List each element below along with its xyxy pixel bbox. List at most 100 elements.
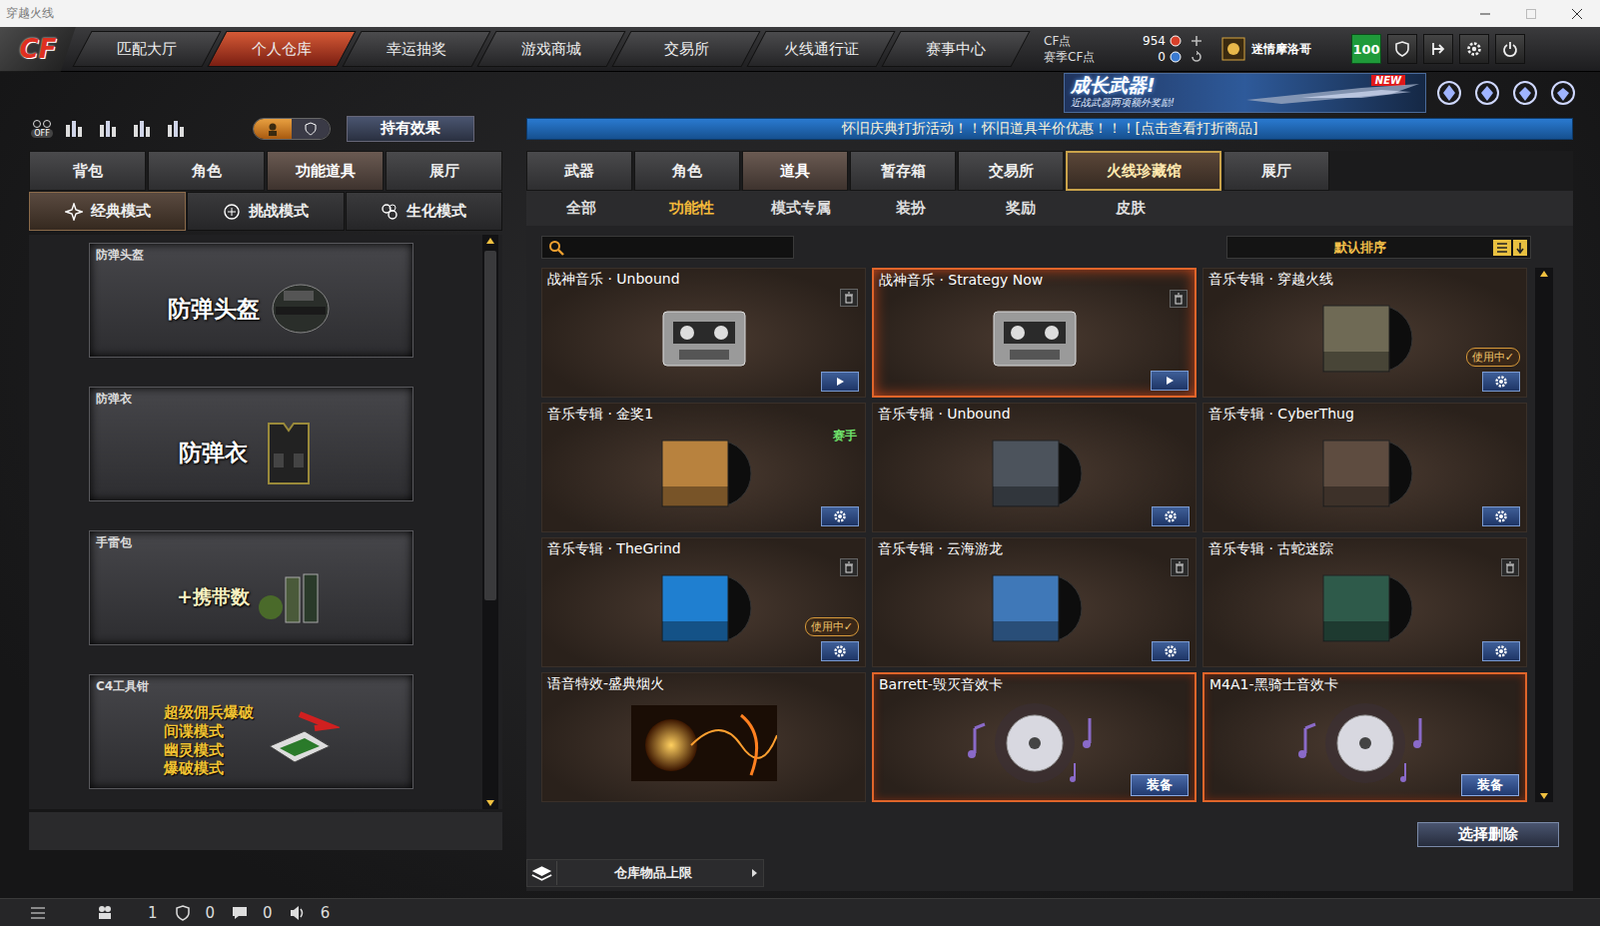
warehouse-tab[interactable]: 道具 bbox=[742, 150, 848, 191]
filter-tab[interactable]: 皮肤 bbox=[1075, 198, 1186, 218]
settings-button[interactable] bbox=[1459, 33, 1490, 64]
scroll-up-icon[interactable] bbox=[484, 234, 497, 247]
expand-icon[interactable] bbox=[749, 866, 760, 879]
nav-tab[interactable]: 幸运抽奖 bbox=[341, 30, 491, 67]
filter-tab[interactable]: 功能性 bbox=[636, 198, 747, 218]
play-button[interactable] bbox=[820, 371, 859, 392]
warehouse-tab[interactable]: 武器 bbox=[526, 150, 633, 191]
item-card[interactable]: 战神音乐 · Strategy Now bbox=[871, 267, 1197, 398]
settings-button[interactable] bbox=[1151, 506, 1190, 527]
search-field[interactable] bbox=[541, 235, 795, 259]
item-card[interactable]: M4A1-黑骑士音效卡装备 bbox=[1202, 672, 1528, 802]
left-tab[interactable]: 展厅 bbox=[385, 150, 503, 191]
search-input[interactable] bbox=[564, 238, 794, 256]
nav-tab[interactable]: 火线通行证 bbox=[746, 30, 895, 67]
equip-button[interactable]: 装备 bbox=[1130, 774, 1189, 797]
equipment-card[interactable]: 防弹衣防弹衣 bbox=[88, 386, 414, 502]
nav-tab[interactable]: 匹配大厅 bbox=[71, 30, 221, 67]
sort-dropdown[interactable]: 默认排序 bbox=[1226, 235, 1532, 259]
settings-button[interactable] bbox=[1482, 506, 1521, 527]
grab-icon[interactable] bbox=[162, 116, 189, 141]
warehouse-tab[interactable]: 火线珍藏馆 bbox=[1065, 150, 1222, 191]
item-card[interactable]: 音乐专辑 · 云海游龙 bbox=[871, 537, 1197, 668]
settings-button[interactable] bbox=[1482, 371, 1521, 392]
equip-button[interactable]: 装备 bbox=[1461, 774, 1520, 797]
item-card[interactable]: 音乐专辑 · 古蛇迷踪 bbox=[1202, 537, 1528, 668]
toggle-option[interactable] bbox=[291, 118, 330, 139]
filter-tab[interactable]: 奖励 bbox=[965, 198, 1076, 218]
scroll-thumb[interactable] bbox=[484, 250, 497, 601]
nav-tab[interactable]: 游戏商城 bbox=[476, 30, 626, 67]
warehouse-tab[interactable]: 交易所 bbox=[957, 150, 1064, 191]
delete-button[interactable] bbox=[1169, 289, 1188, 308]
mode-tab[interactable]: 挑战模式 bbox=[186, 191, 344, 231]
warehouse-tab[interactable]: 角色 bbox=[634, 150, 741, 191]
event-icon-2[interactable] bbox=[1472, 77, 1503, 108]
delete-button[interactable] bbox=[1170, 558, 1189, 577]
delete-button[interactable] bbox=[839, 288, 858, 307]
shield-button[interactable] bbox=[1387, 33, 1418, 64]
left-tab[interactable]: 角色 bbox=[147, 150, 265, 191]
effect-button[interactable]: 持有效果 bbox=[346, 115, 475, 142]
scroll-up-icon[interactable] bbox=[1538, 267, 1551, 280]
equipment-card[interactable]: 手雷包+携带数 bbox=[88, 530, 414, 646]
settings-button[interactable] bbox=[820, 641, 859, 662]
equipment-card[interactable]: 防弹头盔防弹头盔 bbox=[88, 242, 414, 358]
filter-tab[interactable]: 模式专属 bbox=[746, 198, 856, 218]
event-icon-4[interactable] bbox=[1548, 77, 1579, 108]
power-button[interactable] bbox=[1495, 33, 1526, 64]
select-delete-button[interactable]: 选择删除 bbox=[1417, 821, 1560, 847]
nav-tab[interactable]: 交易所 bbox=[611, 30, 761, 67]
logo[interactable]: CF bbox=[0, 26, 76, 72]
item-card[interactable]: 音乐专辑 · TheGrind使用中✓ bbox=[541, 537, 866, 668]
item-card[interactable]: 音乐专辑 · Unbound bbox=[871, 402, 1197, 533]
promo-banner[interactable]: 成长武器!近战武器两项额外奖励!NEW bbox=[1063, 72, 1427, 113]
left-tab[interactable]: 功能道具 bbox=[266, 150, 384, 191]
equipment-card[interactable]: C4工具钳超级佣兵爆破间谍模式幽灵模式爆破模式 bbox=[88, 674, 414, 790]
item-card[interactable]: 音乐专辑 · 金奖1赛手 bbox=[541, 402, 866, 533]
maximize-button[interactable] bbox=[1508, 0, 1555, 27]
filter-label: 皮肤 bbox=[1115, 198, 1146, 217]
event-icon-3[interactable] bbox=[1510, 77, 1541, 108]
mode-tab[interactable]: 经典模式 bbox=[28, 191, 186, 231]
item-card[interactable]: 语音特效-盛典烟火 bbox=[541, 672, 866, 802]
event-icon-1[interactable] bbox=[1434, 77, 1465, 108]
ranking-icon[interactable] bbox=[60, 116, 87, 141]
delete-button[interactable] bbox=[1501, 558, 1520, 577]
menu-icon[interactable] bbox=[29, 905, 46, 920]
grid-scrollbar[interactable] bbox=[1535, 267, 1554, 802]
warehouse-tab[interactable]: 暂存箱 bbox=[849, 150, 956, 191]
item-card[interactable]: Barrett-毁灭音效卡装备 bbox=[871, 672, 1197, 802]
scroll-down-icon[interactable] bbox=[1538, 790, 1551, 802]
settings-button[interactable] bbox=[820, 506, 859, 527]
close-button[interactable] bbox=[1554, 0, 1600, 27]
announcement-bar[interactable]: 怀旧庆典打折活动！！怀旧道具半价优惠！！！[点击查看打折商品] bbox=[526, 117, 1574, 140]
off-toggle[interactable]: OFF bbox=[30, 118, 53, 138]
settings-button[interactable] bbox=[1482, 641, 1521, 662]
mode-tab[interactable]: 生化模式 bbox=[345, 191, 503, 231]
item-card[interactable]: 战神音乐 · Unbound bbox=[541, 267, 866, 398]
left-tab[interactable]: 背包 bbox=[28, 150, 146, 191]
item-card[interactable]: 音乐专辑 · CyberThug bbox=[1202, 402, 1528, 533]
item-card[interactable]: 音乐专辑 · 穿越火线使用中✓ bbox=[1202, 267, 1528, 398]
filter-tab[interactable]: 装扮 bbox=[855, 198, 966, 218]
plus-icon[interactable] bbox=[1189, 33, 1204, 48]
delete-button[interactable] bbox=[839, 558, 858, 577]
refresh-icon[interactable] bbox=[1189, 49, 1204, 64]
list-view-icon[interactable] bbox=[1493, 239, 1512, 256]
sort-order-icon[interactable] bbox=[1513, 239, 1528, 256]
scroll-down-icon[interactable] bbox=[484, 797, 497, 809]
capacity-bar[interactable]: 仓库物品上限 bbox=[526, 858, 765, 887]
play-button[interactable] bbox=[1150, 370, 1189, 391]
nav-tab[interactable]: 赛事中心 bbox=[880, 30, 1030, 67]
settings-button[interactable] bbox=[1151, 641, 1190, 662]
nav-tab[interactable]: 个人仓库 bbox=[206, 30, 356, 67]
left-scrollbar[interactable] bbox=[482, 234, 499, 809]
filter-tab[interactable]: 全部 bbox=[526, 198, 637, 218]
minimize-button[interactable] bbox=[1462, 0, 1509, 27]
exit-room-button[interactable] bbox=[1423, 33, 1454, 64]
toggle-option[interactable] bbox=[253, 118, 292, 139]
history-icon[interactable] bbox=[94, 116, 121, 141]
warehouse-tab[interactable]: 展厅 bbox=[1223, 150, 1330, 191]
medal-icon[interactable] bbox=[128, 116, 155, 141]
